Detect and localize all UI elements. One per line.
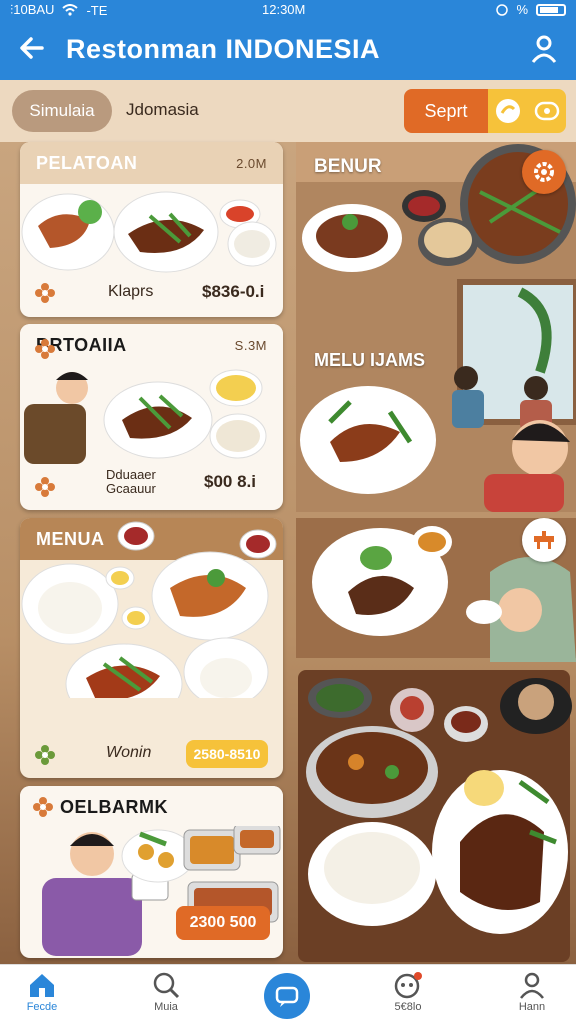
nav-home[interactable]: Fecde <box>2 971 82 1023</box>
price-button[interactable]: 2300 500 <box>176 906 270 940</box>
search-icon <box>153 972 180 999</box>
flower-icon <box>35 477 55 497</box>
profile-button[interactable] <box>530 34 558 64</box>
arrow-left-icon <box>20 37 44 59</box>
nav-search-label: Muia <box>154 1001 178 1013</box>
search-group: Seprt <box>404 89 566 133</box>
app-bar: Restonman INDONESIA <box>0 20 576 80</box>
food-image <box>21 191 277 273</box>
search-toggle[interactable] <box>488 89 566 133</box>
dish-price: $836-0.i <box>202 282 265 301</box>
flower-icon <box>35 283 55 303</box>
page-title: Restonman INDONESIA <box>66 34 381 64</box>
signal-text: ⫶10BAU <box>10 2 55 17</box>
filter-chip-indonesia[interactable]: Jdomasia <box>126 100 199 120</box>
battery-percent: % <box>516 2 528 17</box>
gear-icon <box>534 162 554 182</box>
section-title: BENUR <box>314 156 382 177</box>
search-button[interactable]: Seprt <box>404 89 488 133</box>
status-bar: ⫶10BAU -TE 12:30M % <box>0 0 576 20</box>
card-header: BRTOAIIA S.3M <box>20 324 283 366</box>
card-meta: 2.0M <box>236 155 267 171</box>
filter-row: Simulaia Jdomasia Seprt <box>0 80 576 142</box>
section-title: MELU IJAMS <box>314 350 426 370</box>
notification-icon <box>394 972 422 999</box>
nav-notifications[interactable]: 5€8lo <box>368 971 448 1023</box>
nav-chat[interactable] <box>264 973 310 1019</box>
clock: 12:30M <box>262 2 306 17</box>
user-icon <box>520 972 544 999</box>
flower-icon <box>35 339 55 359</box>
battery-icon <box>536 3 566 16</box>
back-button[interactable] <box>18 34 46 70</box>
card-header: PELATOAN 2.0M <box>20 142 283 184</box>
flower-icon <box>35 745 55 765</box>
carrier-text: -TE <box>86 2 108 18</box>
menu-card[interactable]: PELATOAN 2.0M Klaprs $836-0.i <box>20 142 283 317</box>
nav-search[interactable]: Muia <box>126 971 206 1023</box>
menu-card[interactable]: BRTOAIIA S.3M Dduaaer Gcaauur $00 8.i <box>20 324 283 510</box>
dish-name: Klaprs <box>108 283 154 300</box>
wifi-icon <box>62 4 79 16</box>
waiter-illustration <box>24 369 267 464</box>
card-meta: S.3M <box>234 337 267 353</box>
card-title: OELBARMK <box>60 796 168 817</box>
alarm-icon <box>496 3 509 16</box>
food-image <box>21 521 277 698</box>
table-button[interactable] <box>522 518 566 562</box>
menu-card[interactable]: MENUA Wonin 2580-8510 <box>20 518 283 778</box>
settings-button[interactable] <box>522 150 566 194</box>
bottom-nav: Fecde Muia 5€8lo Hann <box>0 964 576 1024</box>
card-header: OELBARMK <box>20 786 283 828</box>
nav-home-label: Fecde <box>26 1001 58 1013</box>
nav-profile[interactable]: Hann <box>492 971 572 1023</box>
tag-icon <box>534 101 560 121</box>
dish-price: $00 8.i <box>204 472 256 491</box>
card-title: PELATOAN <box>36 152 138 173</box>
filter-chip-simulasi[interactable]: Simulaia <box>12 90 112 132</box>
toggle-icon <box>496 99 520 123</box>
menu-card[interactable]: OELBARMK 2300 500 <box>20 786 283 958</box>
user-icon <box>531 35 557 63</box>
nav-notifications-label: 5€8lo <box>394 1001 422 1013</box>
table-icon <box>534 531 554 549</box>
price-button[interactable]: 2580-8510 <box>186 740 268 768</box>
nav-profile-label: Hann <box>518 1001 546 1013</box>
flower-icon <box>33 797 53 817</box>
menu-content: PELATOAN 2.0M Klaprs $836-0.i BRTOAIIA S… <box>0 142 576 964</box>
chat-icon <box>275 986 299 1007</box>
dish-name: Wonin <box>106 744 152 761</box>
home-icon <box>30 974 54 997</box>
dish-name: Dduaaer Gcaauur <box>106 467 156 496</box>
